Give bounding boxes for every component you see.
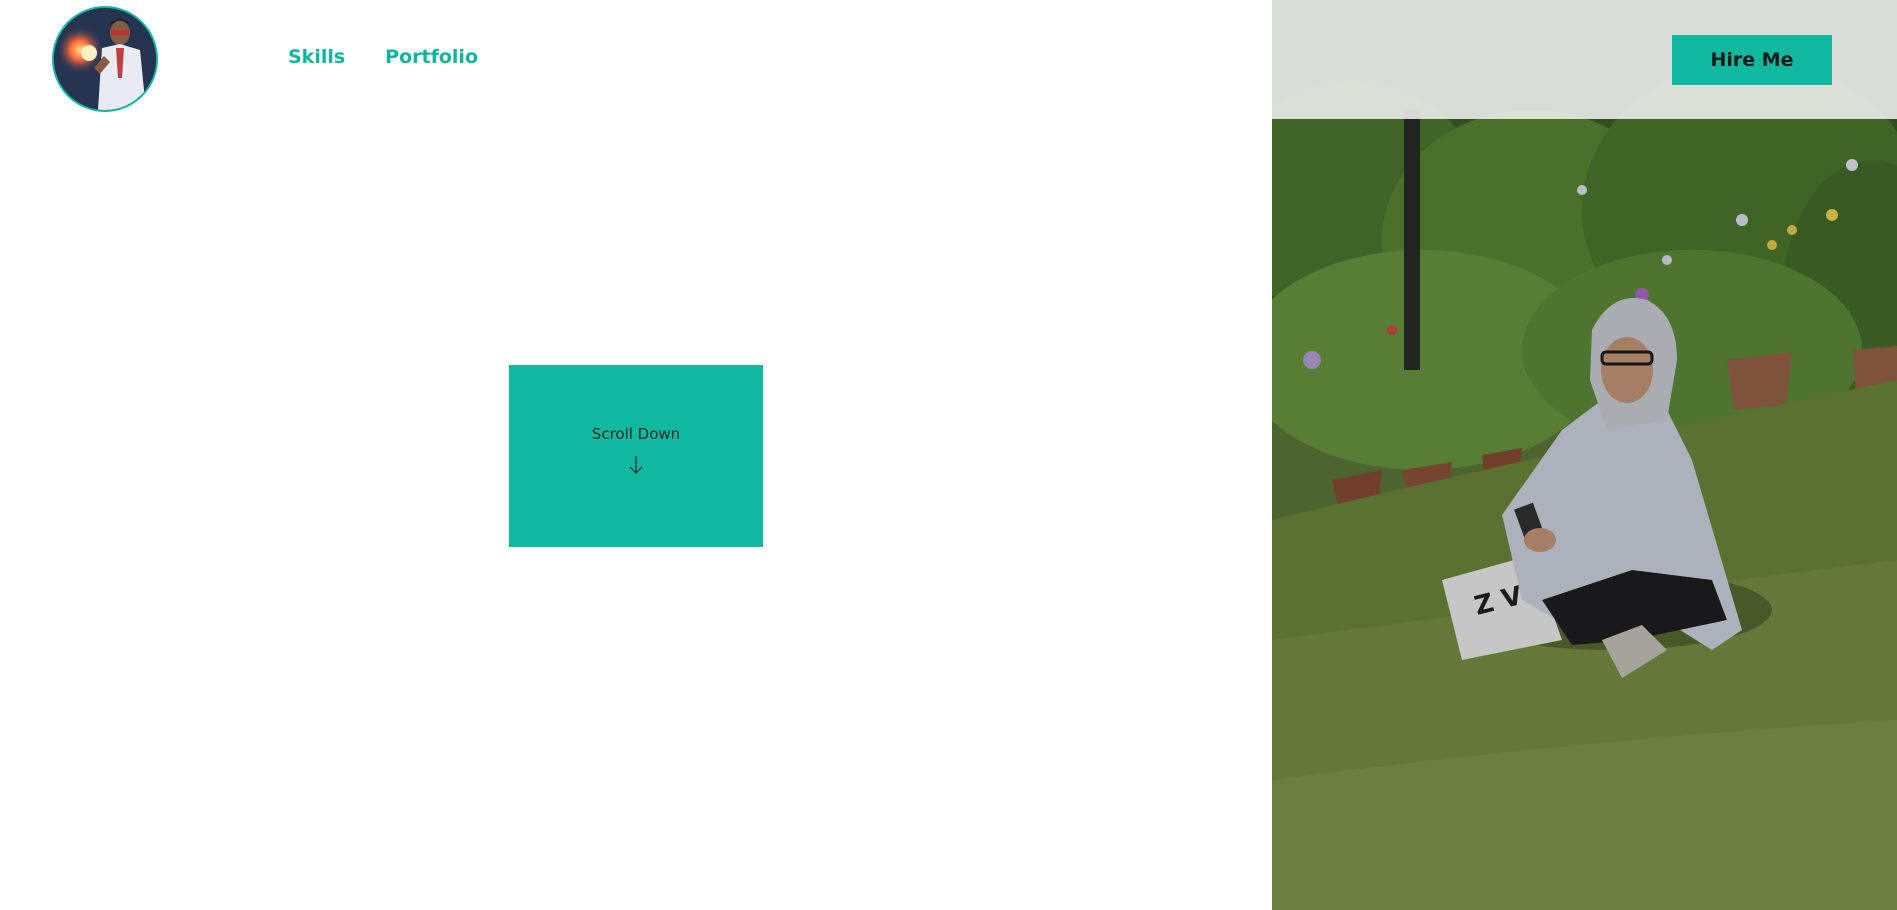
hire-me-button[interactable]: Hire Me bbox=[1672, 35, 1832, 85]
nav-link-skills[interactable]: Skills bbox=[288, 46, 345, 68]
scroll-down-label: Scroll Down bbox=[591, 425, 681, 443]
site-header: Skills Portfolio Hire Me bbox=[0, 0, 1897, 119]
hero-photo-overlay bbox=[1272, 0, 1897, 910]
page: Z V Skills Portfolio Hire Me Scroll Down bbox=[0, 0, 1897, 910]
main-nav: Skills Portfolio bbox=[288, 46, 478, 68]
nav-link-portfolio[interactable]: Portfolio bbox=[385, 46, 478, 68]
scroll-down-button[interactable]: Scroll Down bbox=[509, 365, 763, 547]
avatar-scientist-icon bbox=[54, 8, 156, 110]
arrow-down-icon bbox=[629, 455, 643, 479]
hero-photo: Z V bbox=[1272, 0, 1897, 910]
avatar[interactable] bbox=[52, 6, 158, 112]
